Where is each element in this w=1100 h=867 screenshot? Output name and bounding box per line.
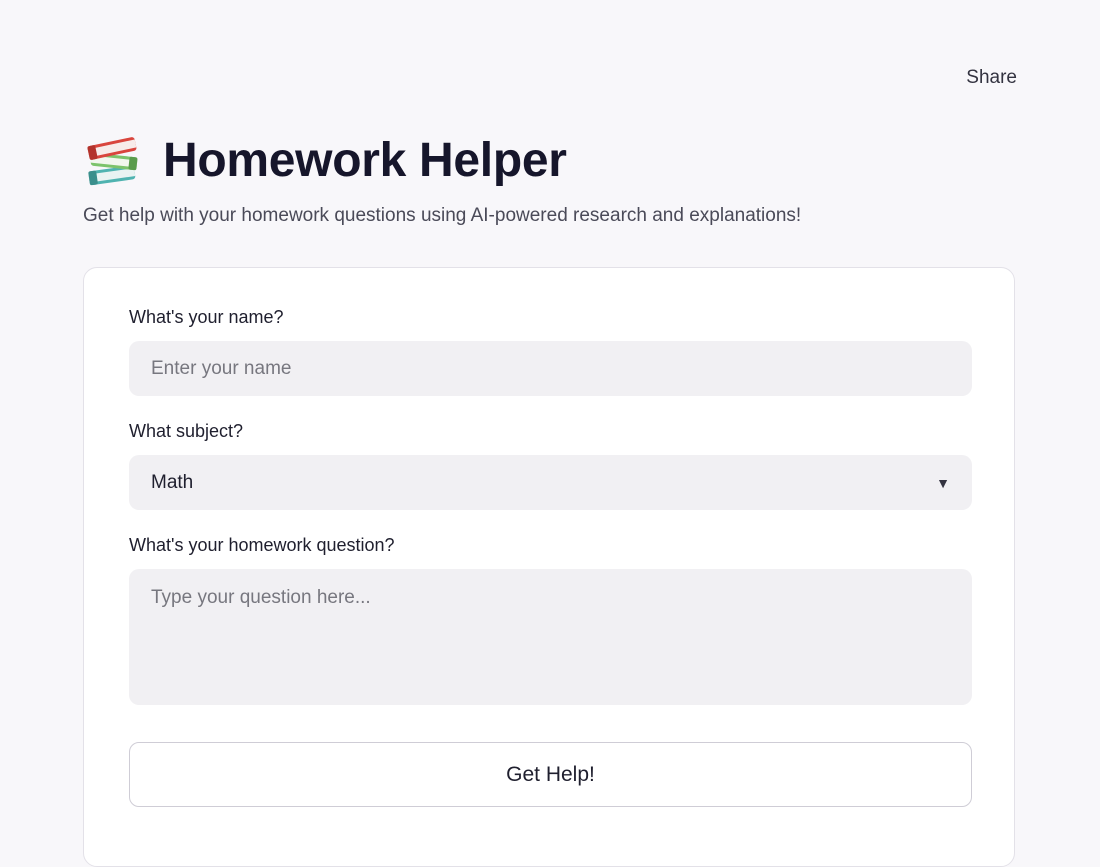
name-input[interactable] (129, 341, 972, 396)
books-icon (83, 130, 145, 192)
page-subtitle: Get help with your homework questions us… (83, 205, 802, 226)
name-label: What's your name? (129, 307, 284, 327)
question-label: What's your homework question? (129, 535, 395, 555)
page-header: Homework Helper (83, 130, 567, 192)
subject-select[interactable]: Math ▼ (129, 455, 972, 510)
page-title: Homework Helper (163, 134, 567, 187)
subject-selected-value: Math (151, 471, 194, 493)
homework-form-card: What's your name? What subject? Math ▼ W… (83, 267, 1015, 867)
question-textarea[interactable] (129, 569, 972, 705)
share-link[interactable]: Share (966, 67, 1017, 89)
subject-label: What subject? (129, 421, 244, 441)
get-help-button[interactable]: Get Help! (129, 742, 972, 807)
caret-down-icon: ▼ (936, 474, 950, 491)
